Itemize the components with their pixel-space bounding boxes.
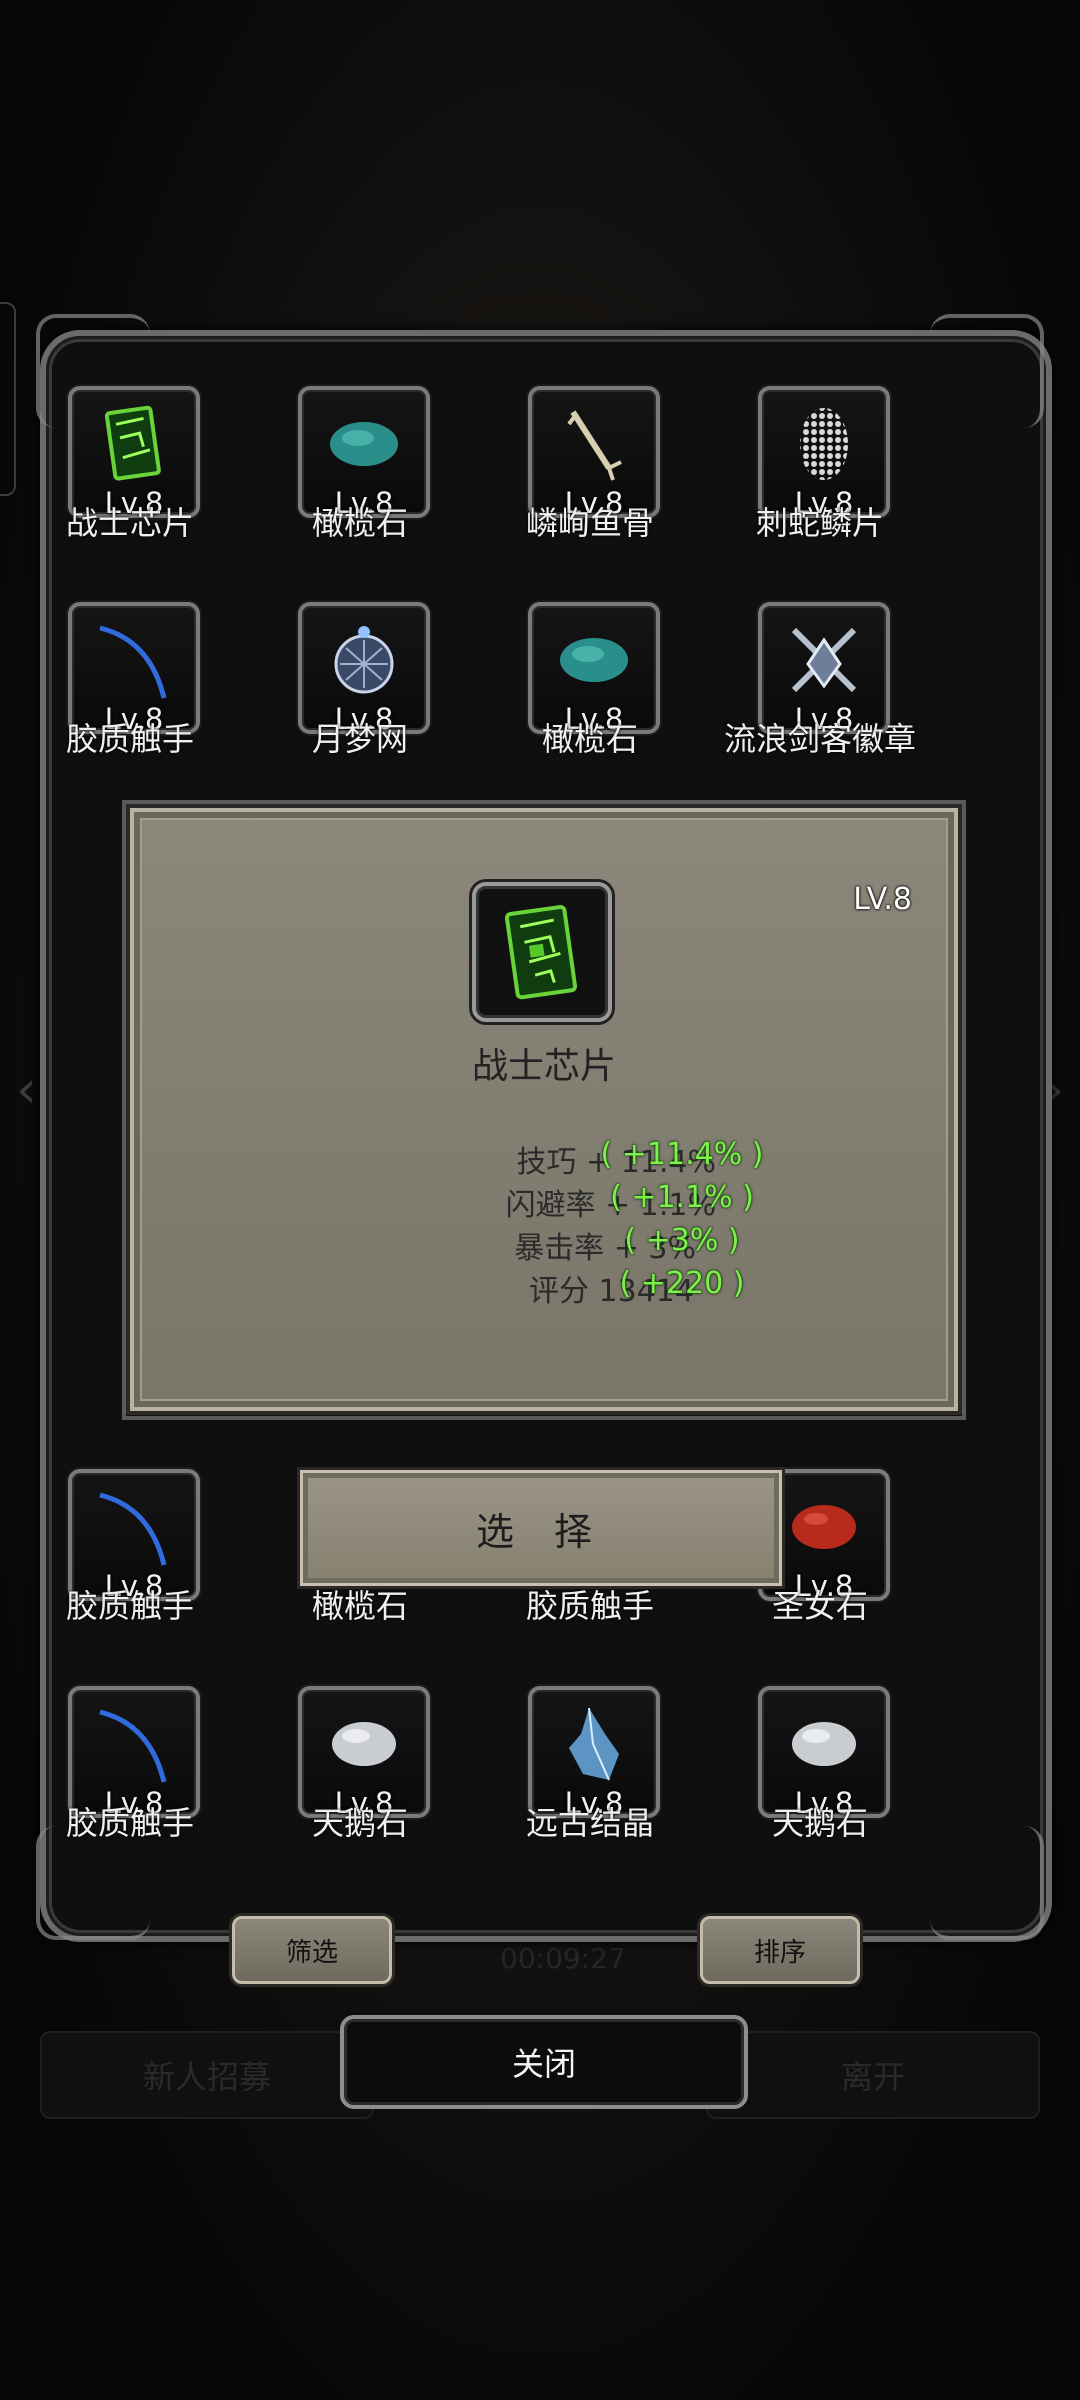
crystal-icon [554, 1704, 634, 1784]
stat-bonus: ( +1.1% ) [610, 1180, 754, 1215]
item-name: 橄榄石 [541, 720, 638, 758]
leave-button: 离开 [706, 2031, 1040, 2119]
item-name: 嶙峋鱼骨 [525, 504, 654, 542]
close-button[interactable]: 关闭 [340, 2015, 748, 2109]
stat-bonus: ( +11.4% ) [600, 1137, 764, 1172]
item-name: 圣女石 [771, 1587, 868, 1625]
scale-icon [784, 404, 864, 484]
red-stone-icon [784, 1487, 864, 1567]
stat-bonus: ( +3% ) [624, 1223, 740, 1258]
stat-bonus: ( +220 ) [619, 1266, 745, 1301]
green-chip-icon [94, 404, 174, 484]
item-name: 胶质触手 [525, 1587, 654, 1625]
item-name: 胶质触手 [65, 1804, 194, 1842]
newbie-recruit-button: 新人招募 [40, 2031, 374, 2119]
item-name: 橄榄石 [311, 504, 408, 542]
sort-button[interactable]: 排序 [700, 1916, 860, 1984]
teal-stone-icon [554, 620, 634, 700]
tooltip-item-name: 战士芯片 [471, 1046, 616, 1087]
select-button[interactable]: 选 择 [300, 1470, 782, 1586]
item-name: 胶质触手 [65, 720, 194, 758]
item-name: 天鹅石 [311, 1804, 408, 1842]
stat-row: 暴击率 + 3% ( +3% ) [134, 1223, 954, 1266]
tentacle-icon [94, 1704, 174, 1784]
filter-button[interactable]: 筛选 [232, 1916, 392, 1984]
tentacle-icon [94, 620, 174, 700]
stat-row: 技巧 + 11.4% ( +11.4% ) [134, 1137, 954, 1180]
item-name: 战士芯片 [65, 504, 194, 542]
item-name: 远古结晶 [525, 1804, 654, 1842]
panel-corner-ornament [930, 314, 1044, 428]
item-name: 流浪剑客徽章 [723, 720, 916, 758]
green-chip-icon [472, 882, 612, 1022]
stat-row: 评分 13414 ( +220 ) [134, 1266, 954, 1309]
background-timer: 00:09:27 [500, 1942, 626, 1975]
panel-corner-ornament [930, 1826, 1044, 1940]
side-tab[interactable] [0, 302, 16, 496]
item-name: 刺蛇鳞片 [755, 504, 884, 542]
fish-bone-icon [554, 404, 634, 484]
item-name: 天鹅石 [771, 1804, 868, 1842]
left-arrow-icon[interactable]: ‹ [16, 1060, 37, 1120]
item-name: 橄榄石 [311, 1587, 408, 1625]
item-name: 月梦网 [311, 720, 408, 758]
dream-net-icon [324, 620, 404, 700]
item-name: 胶质触手 [65, 1587, 194, 1625]
item-tooltip: LV.8 战士芯片 技巧 + 11.4% ( +11.4% ) 闪避率 + 1.… [130, 808, 958, 1411]
stat-row: 闪避率 + 1.1% ( +1.1% ) [134, 1180, 954, 1223]
white-stone-icon [784, 1704, 864, 1784]
tentacle-icon [94, 1487, 174, 1567]
sword-badge-icon [784, 620, 864, 700]
tooltip-level: LV.8 [853, 882, 912, 917]
white-stone-icon [324, 1704, 404, 1784]
teal-stone-icon [324, 404, 404, 484]
